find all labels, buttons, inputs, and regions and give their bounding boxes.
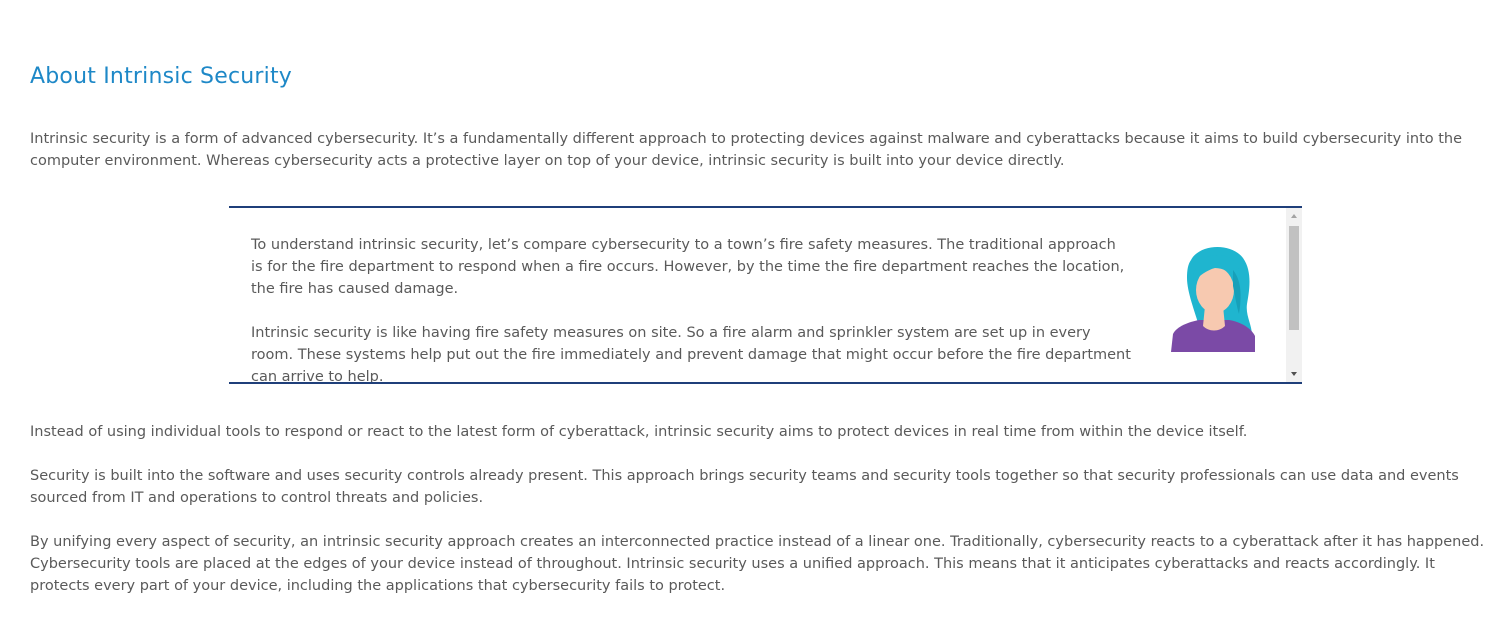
- body-paragraph-1: Instead of using individual tools to res…: [30, 424, 1248, 440]
- callout-text: To understand intrinsic security, let’s …: [251, 234, 1131, 384]
- scroll-thumb[interactable]: [1289, 226, 1299, 330]
- callout-paragraph-1: To understand intrinsic security, let’s …: [251, 237, 1125, 297]
- scroll-down-arrow-icon[interactable]: [1286, 366, 1302, 382]
- callout-paragraph-2: Intrinsic security is like having fire s…: [251, 325, 1131, 384]
- callout-box: To understand intrinsic security, let’s …: [229, 206, 1302, 384]
- callout-scrollbar[interactable]: [1286, 208, 1302, 382]
- body-paragraph-2: Security is built into the software and …: [30, 468, 1459, 506]
- intro-paragraph: Intrinsic security is a form of advanced…: [30, 131, 1463, 169]
- woman-avatar-icon: [1171, 246, 1255, 352]
- body-paragraph-3: By unifying every aspect of security, an…: [30, 534, 1485, 594]
- page-title: About Intrinsic Security: [30, 64, 293, 89]
- scroll-up-arrow-icon[interactable]: [1286, 208, 1302, 224]
